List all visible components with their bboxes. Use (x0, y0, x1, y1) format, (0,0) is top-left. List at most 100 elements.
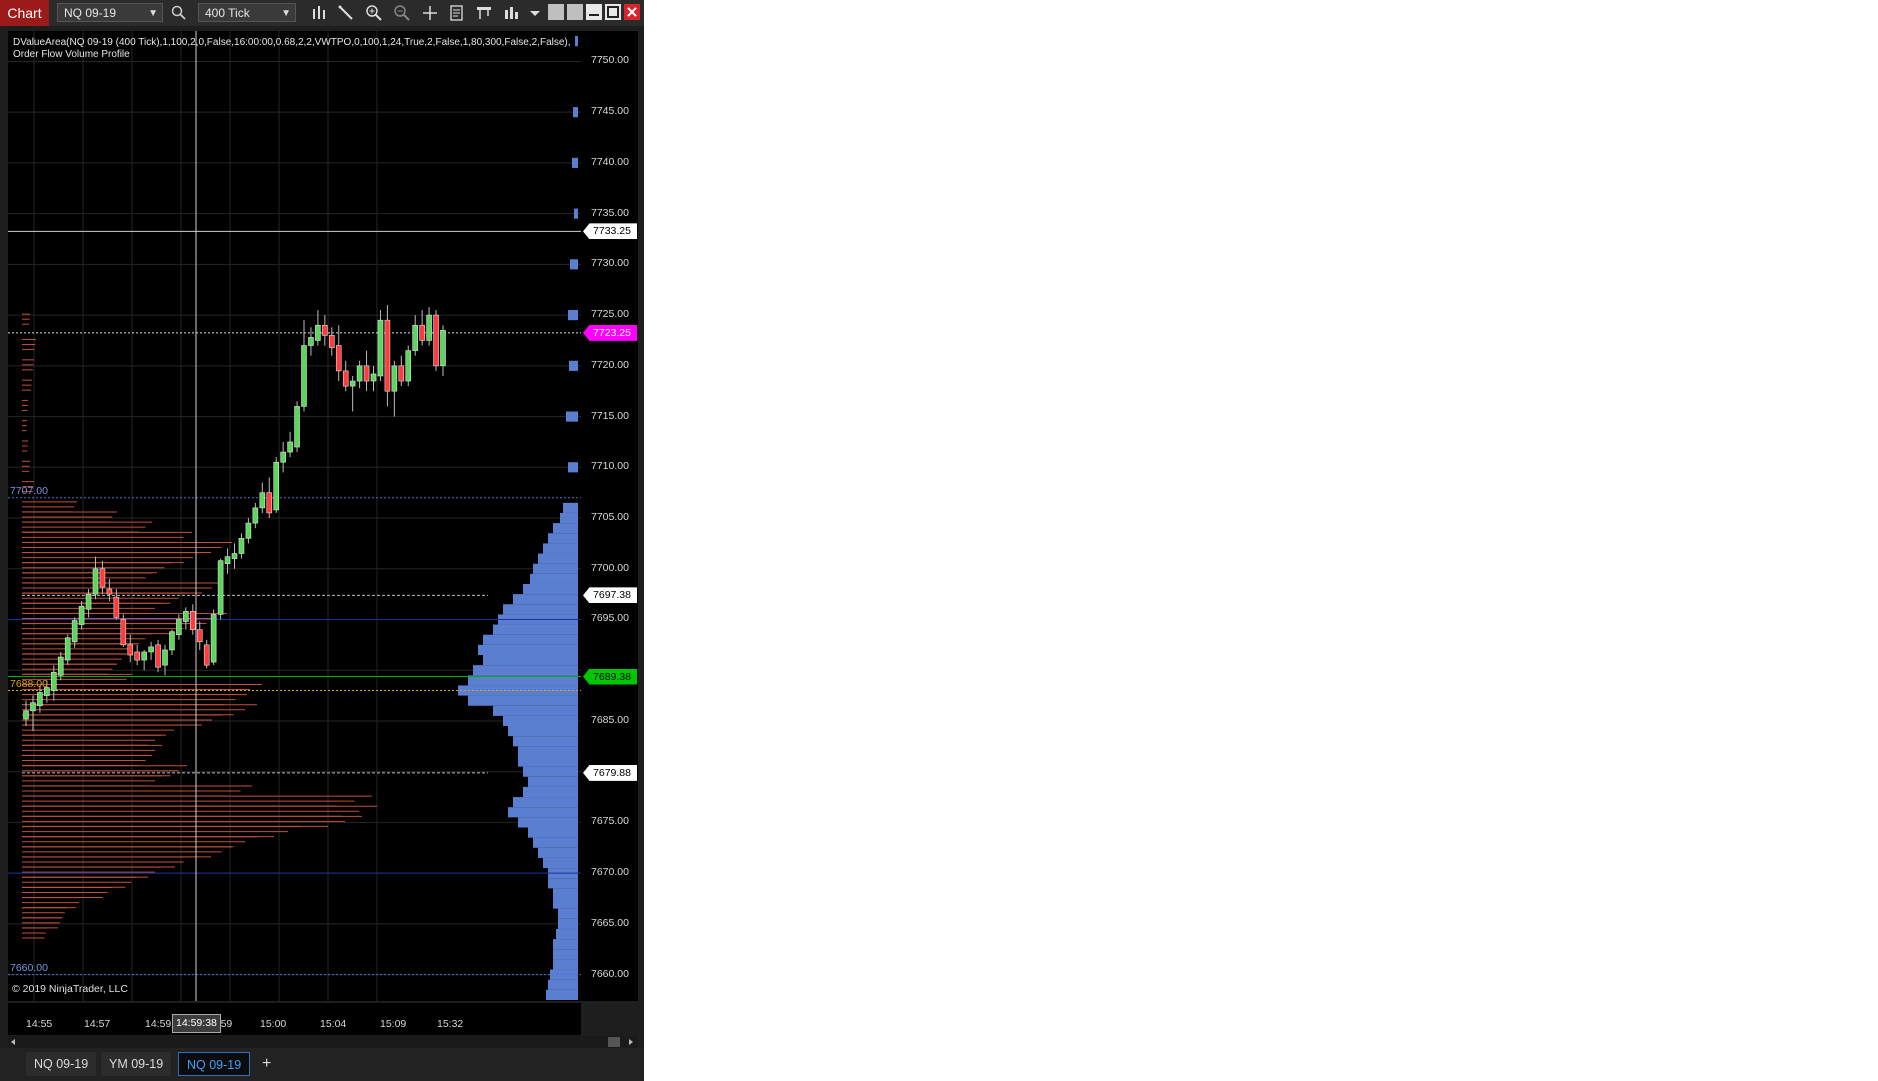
down-candle (196, 629, 203, 643)
right-profile-bar (569, 360, 578, 371)
zoom-out-icon[interactable] (393, 4, 411, 22)
right-profile-bar (553, 939, 578, 950)
right-profile-bar (503, 715, 578, 727)
right-profile-bar (560, 512, 578, 524)
price-tick-label: 7735.00 (591, 206, 629, 219)
right-profile-bar (574, 208, 578, 219)
poc-label: 7688.00 (10, 677, 48, 690)
price-tick-label: 7725.00 (591, 308, 629, 321)
value-area-low-label: 7660.00 (10, 961, 48, 974)
right-profile-bar (523, 583, 578, 595)
up-candle (287, 441, 293, 453)
close-icon[interactable] (624, 4, 640, 20)
down-candle (384, 319, 391, 392)
right-profile-bar (533, 837, 578, 848)
right-profile-bar (568, 462, 578, 473)
up-candle (30, 702, 36, 712)
price-tick-label: 7715.00 (591, 409, 629, 422)
down-candle (363, 365, 370, 382)
strategies-icon[interactable] (475, 4, 493, 22)
down-candle (120, 619, 127, 646)
tab-ym-09-19[interactable]: YM 09-19 (101, 1052, 172, 1076)
search-icon[interactable] (170, 4, 188, 22)
zoom-in-icon[interactable] (365, 4, 383, 22)
price-axis[interactable]: 7750.00 7745.00 7740.00 7735.00 7730.00 7725.… (581, 31, 638, 1001)
down-candle (203, 644, 210, 666)
maximize-icon[interactable] (605, 4, 621, 20)
up-candle (426, 314, 432, 341)
right-profile-bar (518, 756, 578, 767)
chart-window: Chart NQ 09-19 ▼ 400 Tick ▼ DValueArea(N… (0, 0, 644, 1081)
tab-nq-09-19[interactable]: NQ 09-19 (26, 1052, 97, 1076)
right-profile-bar (538, 553, 578, 564)
right-profile-bar (513, 594, 578, 605)
right-profile-bar (572, 157, 578, 168)
up-candle (377, 319, 384, 377)
draw-tools-icon[interactable] (337, 4, 355, 22)
price-chart (8, 31, 581, 1001)
right-profile-bar (503, 604, 578, 615)
right-profile-bar (553, 959, 578, 970)
up-candle (71, 620, 78, 643)
up-candle (356, 365, 363, 382)
scroll-thumb[interactable] (608, 1037, 620, 1047)
interval-selector[interactable]: 400 Tick ▼ (198, 3, 296, 22)
up-candle (92, 568, 99, 595)
right-profile-bar (533, 563, 578, 574)
right-profile-bar (478, 644, 578, 656)
up-candle (217, 560, 224, 615)
up-candle (210, 614, 217, 663)
up-candle (238, 538, 245, 554)
instrument-selector[interactable]: NQ 09-19 ▼ (57, 3, 163, 22)
down-candle (335, 345, 342, 372)
tile2-icon[interactable] (567, 4, 583, 20)
value-area-high-label: 7707.00 (10, 484, 48, 497)
down-candle (134, 651, 140, 661)
indicators-icon[interactable] (503, 4, 521, 22)
up-candle (412, 324, 419, 351)
properties-icon[interactable] (448, 4, 466, 22)
minimize-icon[interactable] (586, 4, 602, 20)
scroll-left-icon[interactable] (8, 1037, 18, 1047)
scroll-right-icon[interactable] (626, 1037, 636, 1047)
down-candle (342, 370, 349, 387)
up-candle (259, 492, 266, 509)
tile-icon[interactable] (548, 4, 564, 20)
right-profile-bar (473, 665, 578, 676)
up-candle (176, 619, 182, 636)
up-candle (57, 656, 64, 676)
up-candle (273, 461, 280, 511)
more-dropdown-icon[interactable] (526, 4, 544, 22)
right-profile-bar (508, 807, 578, 818)
chevron-down-icon: ▼ (281, 8, 291, 19)
price-tick-label: 7685.00 (591, 713, 629, 726)
up-candle (301, 345, 307, 407)
down-candle (99, 568, 106, 588)
up-candle (245, 522, 252, 539)
bar-type-icon[interactable] (310, 4, 328, 22)
up-candle (224, 556, 231, 564)
crosshair-icon[interactable] (421, 4, 439, 22)
up-candle (23, 710, 29, 720)
price-tick-label: 7670.00 (591, 866, 629, 879)
price-tick-label: 7710.00 (591, 460, 629, 473)
time-tick-label: 15:04 (320, 1018, 347, 1030)
up-candle (64, 637, 71, 661)
right-profile-bar (483, 655, 578, 666)
chart-menu-button[interactable]: Chart (0, 0, 49, 26)
time-tick-label: 14:57 (84, 1018, 111, 1030)
price-tick-label: 7750.00 (591, 54, 629, 67)
down-candle (419, 324, 425, 341)
right-profile-bar (518, 817, 578, 828)
up-candle (141, 651, 147, 661)
chart-plot-area[interactable]: DValueArea(NQ 09-19 (400 Tick),1,100,2,0… (8, 31, 581, 1001)
price-tick-label: 7665.00 (591, 916, 629, 929)
add-tab-button[interactable]: + (254, 1052, 280, 1076)
tab-nq-09-19-active[interactable]: NQ 09-19 (178, 1052, 251, 1076)
time-tick-label: 15:32 (437, 1018, 464, 1030)
time-axis[interactable]: 14:5514:5714:5914:5915:0015:0415:0915:32 (8, 1003, 581, 1035)
down-candle (127, 644, 134, 656)
horizontal-scrollbar[interactable] (8, 1036, 638, 1048)
right-profile-bar (548, 533, 578, 544)
right-profile-bar (553, 898, 578, 909)
